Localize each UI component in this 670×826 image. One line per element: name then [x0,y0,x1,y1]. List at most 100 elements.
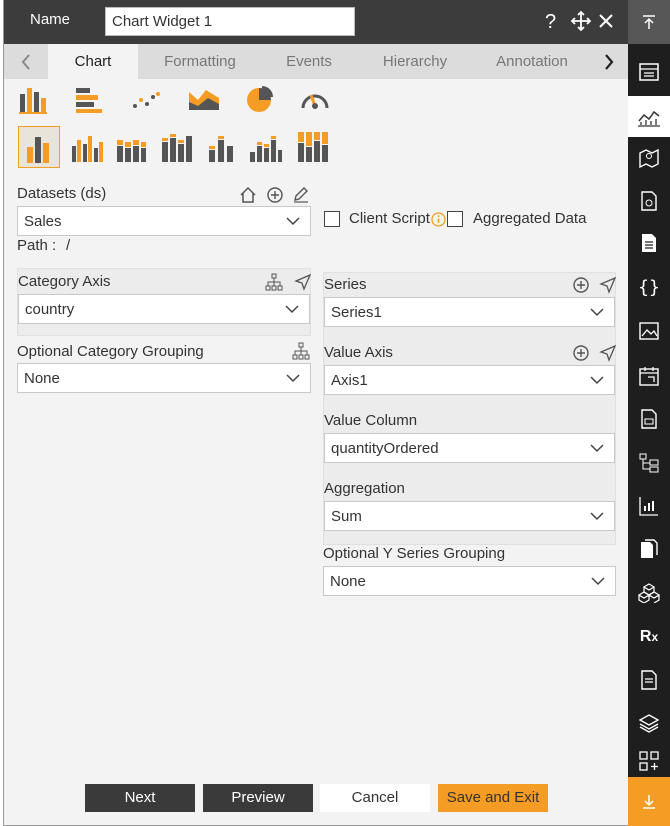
header-bar: Name Chart Widget 1 ? [4,0,629,44]
tab-annotation[interactable]: Annotation [484,44,580,79]
tab-scroll-right-icon[interactable] [589,44,629,79]
optional-y-series-grouping-label: Optional Y Series Grouping [323,545,506,562]
preview-button[interactable]: Preview [203,784,313,812]
value-axis-value: Axis1 [331,372,368,389]
aggregation-label: Aggregation [324,480,405,497]
optional-category-grouping-value: None [24,370,60,387]
category-axis-value: country [25,301,75,318]
full-stacked-column-icon[interactable] [294,126,336,168]
name-input[interactable]: Chart Widget 1 [105,7,355,36]
stacked-column-icon[interactable] [111,126,153,168]
chevron-down-icon [286,217,300,226]
aggregated-data-label: Aggregated Data [473,210,587,227]
tab-chart[interactable]: Chart [48,44,138,79]
aggregation-select[interactable]: Sum [324,501,615,531]
datasets-label: Datasets (ds) [17,185,107,202]
report-icon[interactable] [628,400,670,438]
series-select[interactable]: Series1 [324,297,615,327]
chevron-down-icon [590,512,604,521]
hierarchy-icon[interactable] [628,444,670,482]
value-column-select[interactable]: quantityOrdered [324,433,615,463]
value-axis-label: Value Axis [324,344,393,361]
chevron-down-icon [286,374,300,383]
aggregated-data-checkbox[interactable] [447,211,463,227]
optional-category-grouping-select[interactable]: None [17,363,311,393]
chart-line-icon[interactable] [628,96,670,137]
add-widget-icon[interactable] [628,746,670,776]
braces-icon[interactable]: {} [628,268,670,306]
document-settings-icon[interactable] [628,182,670,220]
map-icon[interactable] [628,139,670,177]
area-chart-icon[interactable] [188,86,220,117]
tall-stacked-column-icon[interactable] [156,126,198,168]
value-axis-select[interactable]: Axis1 [324,365,615,395]
widget-list-icon[interactable] [628,53,670,91]
category-axis-select[interactable]: country [18,294,310,324]
document-icon[interactable] [628,224,670,262]
notes-icon[interactable] [628,661,670,699]
chevron-down-icon [591,577,605,586]
tab-bar: Chart Formatting Events Hierarchy Annota… [4,44,629,79]
chevron-down-icon [285,305,299,314]
hierarchy-icon[interactable] [265,273,283,291]
client-script-label: Client Script [349,210,430,227]
navigate-icon[interactable] [599,276,617,294]
image-icon[interactable] [628,312,670,350]
add-circle-icon[interactable] [572,276,590,294]
gauge-chart-icon[interactable] [300,86,330,119]
close-icon[interactable] [596,9,616,39]
series-label: Series [324,276,367,293]
cubes-icon[interactable] [628,574,670,612]
grouped-column-icon[interactable] [67,126,109,168]
layers-icon[interactable] [628,704,670,742]
optional-y-series-grouping-value: None [330,573,366,590]
chevron-down-icon [590,376,604,385]
category-axis-label: Category Axis [18,273,111,290]
tab-events[interactable]: Events [269,44,349,79]
datasets-select[interactable]: Sales [17,206,311,236]
aggregation-value: Sum [331,508,362,525]
client-script-checkbox[interactable] [324,211,340,227]
cancel-button[interactable]: Cancel [320,784,430,812]
add-circle-icon[interactable] [572,344,590,362]
rx-icon[interactable]: Rx [628,618,670,656]
datasets-value: Sales [24,213,62,230]
pie-chart-icon[interactable] [245,84,275,119]
scroll-bottom-icon[interactable] [628,777,670,826]
tab-hierarchy[interactable]: Hierarchy [370,44,460,79]
question-icon[interactable]: ? [545,10,556,34]
tab-scroll-left-icon[interactable] [6,44,46,79]
value-column-value: quantityOrdered [331,440,439,457]
bar-chart-small-icon[interactable] [628,487,670,525]
optional-category-grouping-label: Optional Category Grouping [17,343,204,360]
home-icon[interactable] [239,186,257,204]
clustered-column-icon[interactable] [18,126,60,168]
hierarchy-icon[interactable] [292,342,310,360]
bar-chart-icon[interactable] [74,86,104,119]
tab-formatting[interactable]: Formatting [150,44,250,79]
scroll-top-icon[interactable] [628,0,670,44]
widget-properties-panel: Name Chart Widget 1 ? Chart Formatting E… [3,0,629,826]
value-column-label: Value Column [324,412,418,429]
navigate-icon[interactable] [294,273,312,291]
series-value: Series1 [331,304,382,321]
move-icon[interactable] [570,9,592,39]
chevron-down-icon [590,308,604,317]
scatter-chart-icon[interactable] [131,90,161,115]
navigate-icon[interactable] [599,344,617,362]
edit-icon[interactable] [292,185,310,203]
chevron-down-icon [590,444,604,453]
simple-column-icon[interactable] [201,126,243,168]
right-sidebar: {} Rx [628,0,670,826]
name-label: Name [30,11,71,28]
add-circle-icon[interactable] [266,186,284,204]
calendar-icon[interactable] [628,357,670,395]
info-icon[interactable] [431,212,446,227]
save-and-exit-button[interactable]: Save and Exit [438,784,548,812]
column-chart-icon[interactable] [18,84,48,119]
optional-y-series-grouping-select[interactable]: None [323,566,616,596]
next-button[interactable]: Next [85,784,195,812]
copy-icon[interactable] [628,530,670,568]
small-stacked-column-icon[interactable] [245,126,287,168]
path-label: Path : [17,237,57,254]
